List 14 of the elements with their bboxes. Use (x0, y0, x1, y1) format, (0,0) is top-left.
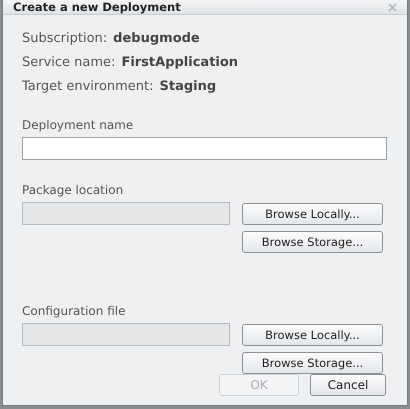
browse-button[interactable]: Browse Locally... (242, 324, 383, 346)
window-title: Create a new Deployment (13, 0, 181, 14)
browse-button[interactable]: Browse Storage... (242, 352, 383, 374)
info-text: Subscription: debugmode (22, 30, 201, 48)
browse-button[interactable]: Browse Locally... (242, 203, 383, 225)
info-text: Target environment: Staging (22, 78, 218, 96)
browse-button[interactable]: Browse Storage... (242, 231, 383, 253)
close-icon[interactable] (388, 2, 397, 12)
field-label: Configuration file (22, 304, 126, 318)
cancel-button[interactable]: Cancel (310, 374, 386, 396)
field-label: Deployment name (22, 118, 134, 132)
deployment-name-field[interactable] (22, 137, 387, 160)
field-label: Package location (22, 183, 124, 197)
info-text: Service name: FirstApplication (22, 54, 240, 72)
